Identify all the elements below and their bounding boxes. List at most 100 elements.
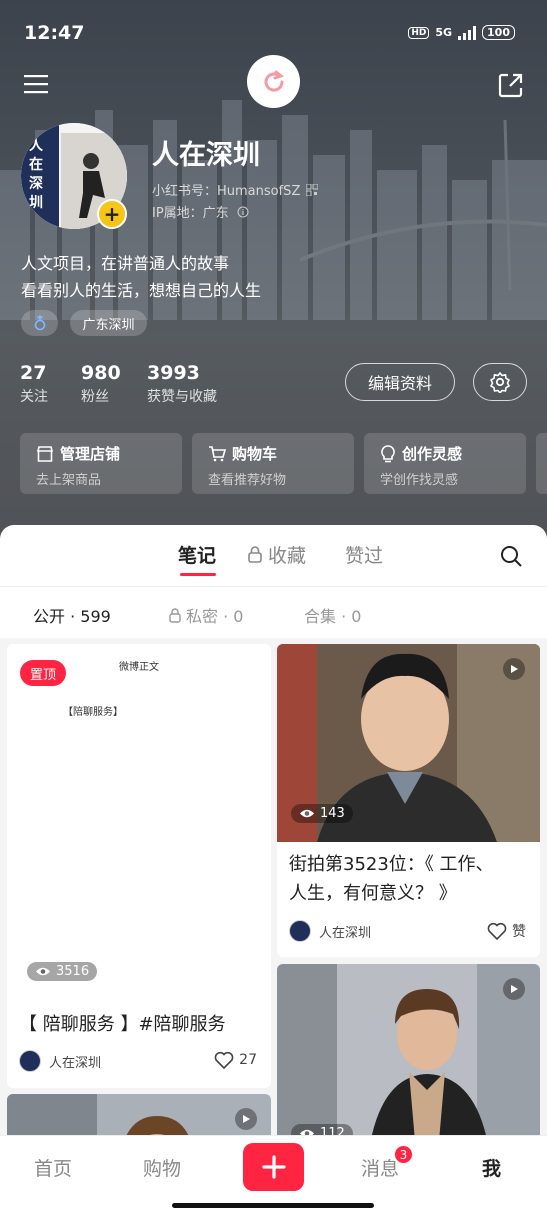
- tab-collections[interactable]: 收藏: [248, 541, 306, 568]
- note-card[interactable]: 112: [277, 964, 540, 1135]
- tab-active-indicator: [180, 573, 216, 576]
- bio-line-2: 看看别人的生活，想想自己的人生: [21, 281, 262, 300]
- gear-icon: [490, 372, 510, 393]
- eye-icon: [300, 1129, 314, 1135]
- bio-line-1: 人文项目，在讲普通人的故事: [21, 254, 230, 273]
- create-note-button[interactable]: [243, 1143, 304, 1191]
- note-feed: 微博正文 【陪聊服务】 3516 【 陪聊服务 】#陪聊服务 人在深圳 27 置…: [0, 638, 547, 1135]
- tab-collections-label: 收藏: [268, 545, 307, 567]
- note-card[interactable]: [7, 1094, 271, 1135]
- bulb-icon: [381, 444, 395, 462]
- view-count-value: 143: [320, 806, 345, 821]
- heart-icon: [214, 1051, 234, 1069]
- store-icon: [36, 445, 54, 462]
- signal-5g-label: 5G: [435, 26, 453, 39]
- play-icon: [511, 985, 518, 993]
- filter-public[interactable]: 公开 · 599: [33, 603, 111, 627]
- search-icon[interactable]: [500, 545, 522, 567]
- tab-liked[interactable]: 赞过: [345, 541, 383, 568]
- note-title: 街拍第3523位：《 工作、 人生，有何意义？ 》: [289, 850, 494, 908]
- hd-icon: HD: [408, 26, 430, 39]
- note-author[interactable]: 人在深圳: [289, 920, 371, 942]
- note-thumbnail: [7, 1094, 271, 1135]
- card-title: 管理店铺: [60, 445, 121, 463]
- status-time: 12:47: [24, 22, 85, 44]
- ip-location: IP属地：广东: [152, 206, 229, 221]
- author-name: 人在深圳: [319, 925, 372, 941]
- like-label: 赞: [512, 924, 526, 940]
- note-thumbnail: 微博正文 【陪聊服务】: [7, 644, 271, 996]
- tab-notes[interactable]: 笔记: [178, 541, 216, 568]
- author-avatar: [19, 1050, 41, 1072]
- card-inspiration[interactable]: 创作灵感 学创作找灵感: [364, 433, 526, 494]
- note-title-line-1: 街拍第3523位：《 工作、: [289, 854, 494, 875]
- nav-home[interactable]: 首页: [34, 1154, 72, 1181]
- status-icons: HD 5G 100: [408, 25, 515, 40]
- filter-collection[interactable]: 合集 · 0: [304, 603, 361, 627]
- card-subtitle: 查看推荐好物: [208, 473, 287, 488]
- share-icon[interactable]: [498, 72, 524, 98]
- card-more[interactable]: [536, 433, 547, 494]
- view-count-value: 112: [320, 1126, 345, 1135]
- video-play-badge: [503, 978, 525, 1000]
- menu-icon[interactable]: [24, 74, 48, 94]
- xhs-id: 小红书号：HumansofSZ: [152, 184, 301, 199]
- note-title: 【 陪聊服务 】#陪聊服务: [19, 1014, 226, 1035]
- signal-bars-icon: [458, 25, 477, 40]
- lock-icon: [169, 607, 181, 623]
- note-thumbnail: [277, 964, 540, 1135]
- card-title: 购物车: [232, 445, 278, 463]
- plus-icon: +: [103, 202, 121, 226]
- play-icon: [243, 1115, 250, 1123]
- doc-heading: 【陪聊服务】: [63, 707, 123, 718]
- note-card[interactable]: 143 街拍第3523位：《 工作、 人生，有何意义？ 》 人在深圳 赞: [277, 644, 540, 957]
- pinned-badge: 置顶: [20, 660, 66, 686]
- lock-icon: [248, 546, 262, 563]
- stat-following[interactable]: 27 关注: [20, 362, 48, 406]
- view-count: 3516: [27, 962, 98, 981]
- nav-me[interactable]: 我: [482, 1154, 501, 1181]
- home-indicator[interactable]: [172, 1203, 374, 1208]
- info-icon[interactable]: [237, 206, 249, 218]
- filter-private[interactable]: 私密 · 0: [169, 603, 243, 627]
- like-button[interactable]: 27: [214, 1051, 257, 1069]
- male-icon: [34, 315, 45, 331]
- eye-icon: [36, 967, 50, 976]
- battery-icon: 100: [482, 25, 515, 40]
- author-avatar: [289, 920, 311, 942]
- card-subtitle: 学创作找灵感: [380, 473, 459, 488]
- following-count: 27: [20, 362, 47, 384]
- note-card[interactable]: 微博正文 【陪聊服务】 3516 【 陪聊服务 】#陪聊服务 人在深圳 27: [7, 644, 271, 1088]
- play-icon: [511, 665, 518, 673]
- card-title: 创作灵感: [402, 445, 463, 463]
- refresh-button[interactable]: [247, 55, 300, 108]
- profile-id-row: 小红书号：HumansofSZ: [152, 180, 319, 199]
- plus-icon: [261, 1155, 286, 1179]
- gender-tag: [21, 310, 58, 336]
- profile-name: 人在深圳: [152, 140, 260, 171]
- stat-likes[interactable]: 3993 获赞与收藏: [147, 362, 217, 406]
- video-play-badge: [235, 1108, 257, 1130]
- stat-followers[interactable]: 980 粉丝: [81, 362, 121, 406]
- eye-icon: [300, 809, 314, 818]
- likes-label: 获赞与收藏: [147, 389, 217, 405]
- nav-shop[interactable]: 购物: [143, 1154, 181, 1181]
- note-author[interactable]: 人在深圳: [19, 1050, 101, 1072]
- card-manage-store[interactable]: 管理店铺 去上架商品: [20, 433, 182, 494]
- view-count: 112: [291, 1124, 353, 1135]
- filter-private-label: 私密 · 0: [186, 607, 244, 626]
- edit-profile-button[interactable]: 编辑资料: [345, 363, 455, 401]
- like-button[interactable]: 赞: [487, 921, 526, 941]
- cart-icon: [209, 445, 226, 461]
- qrcode-icon[interactable]: [306, 183, 319, 196]
- avatar-text: 人在深圳: [29, 138, 43, 211]
- refresh-icon: [264, 70, 284, 91]
- add-avatar-button[interactable]: +: [97, 199, 127, 229]
- card-cart[interactable]: 购物车 查看推荐好物: [192, 433, 354, 494]
- messages-badge: 3: [393, 1144, 414, 1165]
- content-tabs: 笔记 收藏 赞过: [0, 525, 547, 585]
- like-count: 27: [239, 1052, 257, 1068]
- view-count: 143: [291, 804, 353, 823]
- settings-button[interactable]: [473, 363, 527, 401]
- note-filter-bar: 公开 · 599 私密 · 0 合集 · 0: [0, 586, 547, 638]
